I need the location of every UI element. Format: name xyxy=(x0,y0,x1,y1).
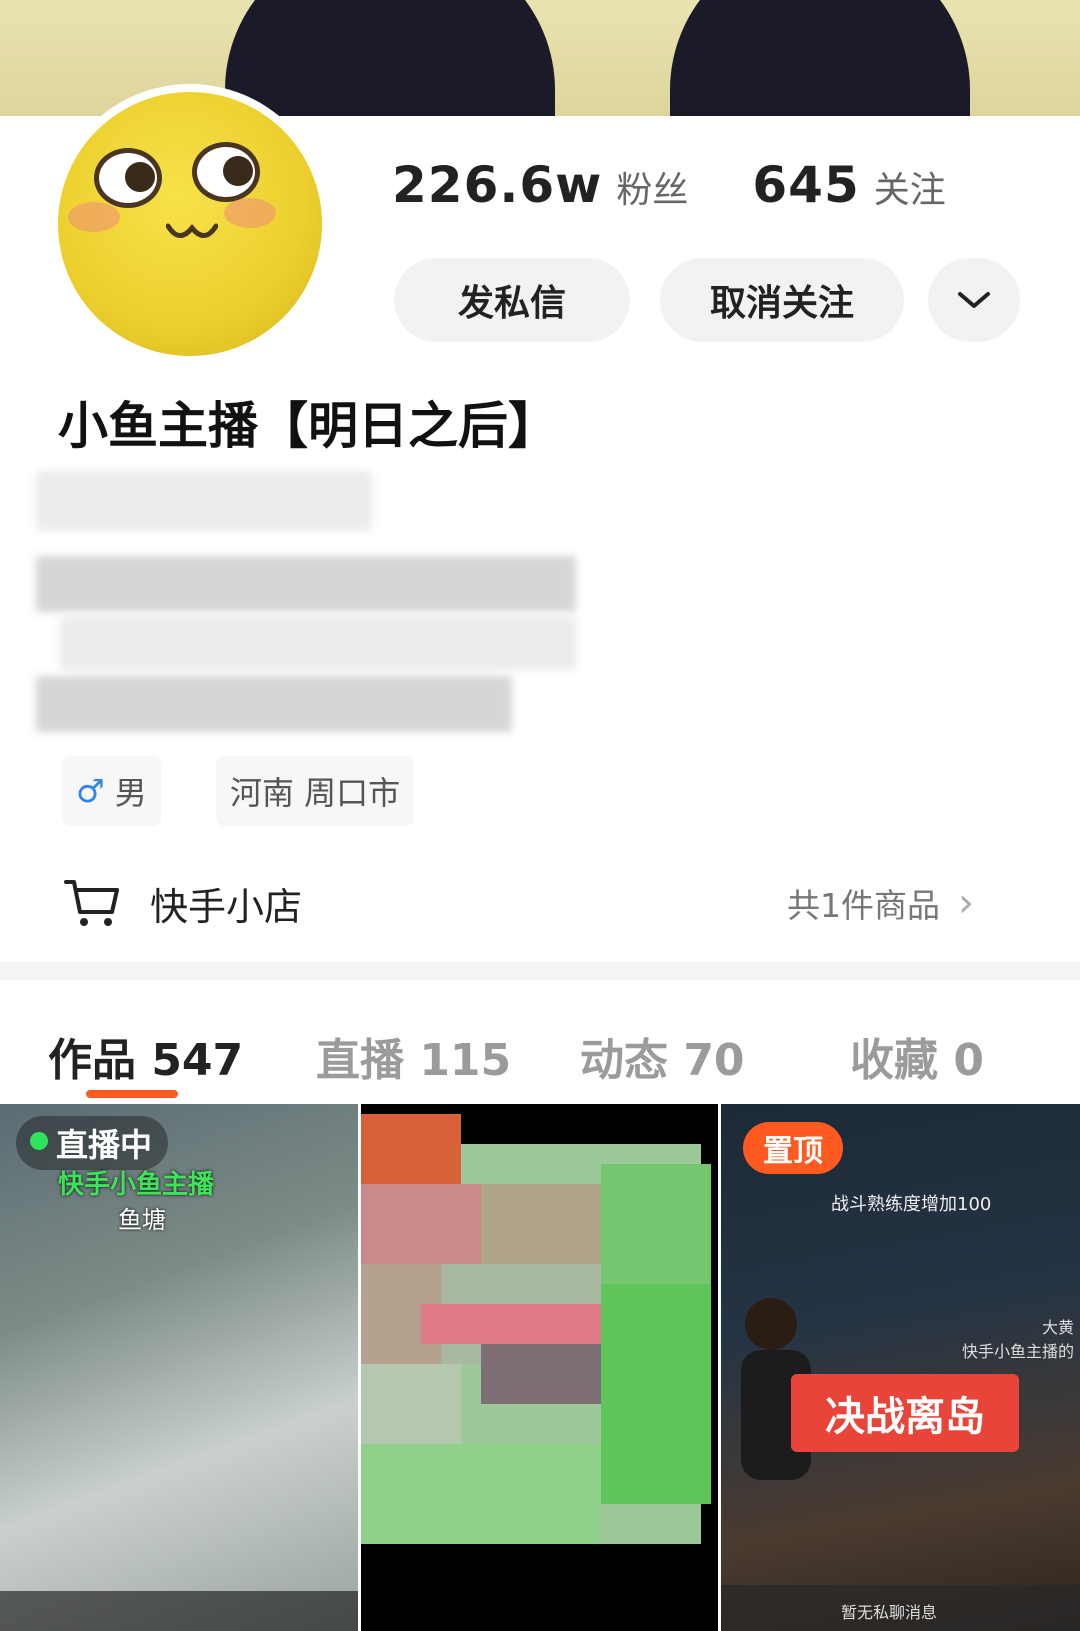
video-thumbnail-live[interactable]: 直播中 快手小鱼主播 鱼塘 xyxy=(0,1104,358,1631)
video-thumbnail-pinned[interactable]: 置顶 战斗熟练度增加100 大黄 快手小鱼主播的 决战离岛 暂无私聊消息 xyxy=(721,1104,1080,1631)
game-pet-name: 大黄 快手小鱼主播的 xyxy=(962,1314,1074,1362)
avatar-image xyxy=(58,92,322,356)
gender-tag: ♂ 男 xyxy=(62,756,161,826)
stream-channel-text: 快手小鱼主播 xyxy=(58,1170,215,1200)
blurred-bio-line xyxy=(60,616,576,670)
avatar-cheek xyxy=(224,198,276,228)
content-tabs: 作品 547 直播 115 动态 70 收藏 0 xyxy=(0,986,1080,1096)
section-divider xyxy=(0,962,1080,980)
location-tag: 河南 周口市 xyxy=(216,756,415,826)
profile-stats: 226.6w 粉丝 645 关注 xyxy=(392,156,946,236)
kuaishou-shop-row[interactable]: 快手小店 共1件商品 › xyxy=(0,844,1080,962)
game-chat-message: 暂无私聊消息 xyxy=(841,1603,938,1622)
video-thumbnail-mosaic[interactable] xyxy=(361,1104,718,1631)
pet-owner: 快手小鱼主播的 xyxy=(961,1342,1074,1361)
avatar-eye xyxy=(94,148,162,208)
avatar-eye xyxy=(192,142,260,202)
blurred-bio-line xyxy=(36,556,576,612)
video-title-banner: 决战离岛 xyxy=(791,1374,1019,1452)
tab-works[interactable]: 作品 547 xyxy=(48,1024,243,1088)
following-count[interactable]: 645 xyxy=(752,156,859,214)
stream-sub-text: 鱼塘 xyxy=(118,1206,166,1234)
cover-figure xyxy=(670,0,970,116)
avatar-mouth xyxy=(166,223,218,238)
profile-name: 小鱼主播【明日之后】 xyxy=(58,397,558,455)
active-tab-indicator xyxy=(86,1090,178,1098)
shopping-cart-icon xyxy=(64,880,119,926)
avatar[interactable] xyxy=(50,84,330,364)
followers-count[interactable]: 226.6w xyxy=(392,156,602,214)
live-badge-label: 直播中 xyxy=(56,1126,153,1164)
cover-figure xyxy=(225,0,555,116)
live-dot-icon xyxy=(30,1132,48,1150)
pinned-badge: 置顶 xyxy=(743,1122,843,1174)
gender-label: 男 xyxy=(114,774,147,812)
more-options-button[interactable] xyxy=(928,258,1020,342)
thumbnail-caption-strip xyxy=(0,1591,358,1631)
following-label[interactable]: 关注 xyxy=(874,161,946,213)
male-icon: ♂ xyxy=(76,772,105,810)
blurred-user-id xyxy=(36,471,372,531)
tab-favorites[interactable]: 收藏 0 xyxy=(850,1024,984,1088)
pet-name: 大黄 xyxy=(1041,1318,1074,1337)
blurred-bio-line xyxy=(36,676,512,732)
works-grid: 直播中 快手小鱼主播 鱼塘 置顶 战斗熟练度增加100 大黄 快手小鱼主播的 决… xyxy=(0,1104,1080,1631)
profile-sheet: 226.6w 粉丝 645 关注 发私信 取消关注 小鱼主播【明日之后】 ♂ 男… xyxy=(0,84,1080,1631)
location-label: 河南 周口市 xyxy=(230,774,401,812)
tab-live[interactable]: 直播 115 xyxy=(316,1024,511,1088)
tab-moments[interactable]: 动态 70 xyxy=(580,1024,745,1088)
avatar-cheek xyxy=(68,202,120,232)
mosaic-image xyxy=(361,1104,718,1631)
unfollow-button[interactable]: 取消关注 xyxy=(660,258,904,342)
chevron-down-icon xyxy=(958,292,990,308)
chevron-right-icon: › xyxy=(958,880,974,926)
send-message-button[interactable]: 发私信 xyxy=(394,258,630,342)
game-chat-bar: 暂无私聊消息 xyxy=(721,1585,1080,1631)
shop-title: 快手小店 xyxy=(150,884,303,929)
followers-label[interactable]: 粉丝 xyxy=(616,161,688,213)
game-hud-text: 战斗熟练度增加100 xyxy=(831,1194,992,1215)
live-badge: 直播中 xyxy=(16,1116,169,1170)
shop-product-count: 共1件商品 xyxy=(787,886,940,925)
